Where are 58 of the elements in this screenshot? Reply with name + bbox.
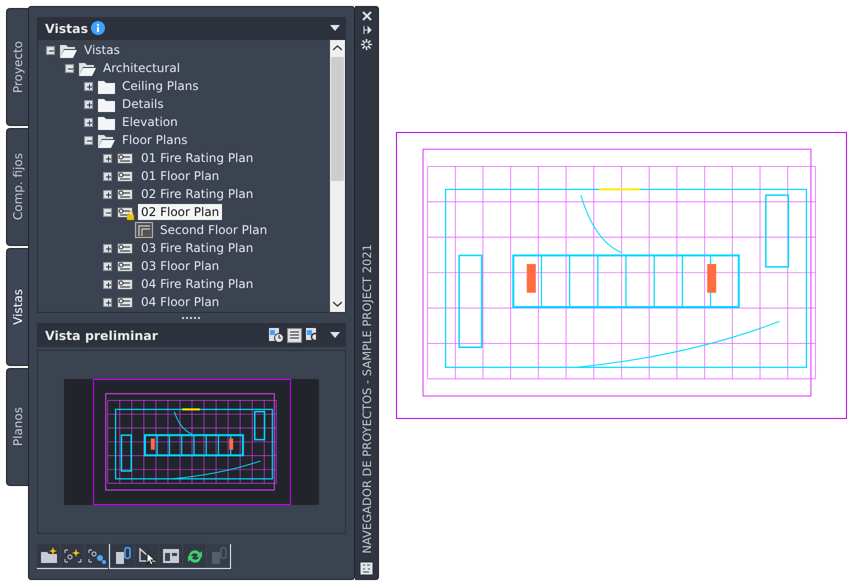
tree-item[interactable]: Floor Plans: [119, 132, 190, 148]
tree-item[interactable]: Elevation: [119, 114, 181, 130]
expand-icon[interactable]: [103, 190, 112, 198]
expand-icon[interactable]: [103, 244, 112, 252]
list-icon[interactable]: [287, 328, 302, 342]
zoom-preview-icon[interactable]: [305, 327, 321, 343]
collapse-icon[interactable]: [65, 64, 74, 72]
scrollbar[interactable]: [330, 40, 345, 312]
expand-icon[interactable]: [84, 100, 93, 108]
tree-item[interactable]: 01 Floor Plan: [138, 168, 222, 184]
expand-icon[interactable]: [103, 172, 112, 180]
properties-icon[interactable]: [360, 562, 373, 575]
side-tab[interactable]: Comp. fijos: [6, 128, 28, 246]
expand-icon[interactable]: [103, 154, 112, 162]
close-icon[interactable]: [362, 11, 372, 21]
settings-icon[interactable]: [361, 39, 372, 50]
pin-icon[interactable]: [362, 25, 372, 35]
palette-title: NAVEGADOR DE PROYECTOS - SAMPLE PROJECT 2021: [360, 244, 374, 554]
new-folder-button[interactable]: [37, 544, 60, 567]
scroll-down-icon[interactable]: [333, 301, 342, 307]
dropdown-caret-icon[interactable]: [330, 332, 340, 338]
select-button[interactable]: [135, 544, 158, 567]
panel-title: Vistas: [45, 20, 88, 36]
expand-icon[interactable]: [103, 298, 112, 306]
new-view-button[interactable]: [61, 544, 84, 567]
tree-item[interactable]: Ceiling Plans: [119, 78, 202, 94]
scroll-up-icon[interactable]: [333, 45, 342, 51]
detail-view-icon: [135, 222, 154, 238]
expand-icon[interactable]: [84, 82, 93, 90]
collapse-icon[interactable]: [46, 46, 55, 54]
tree-item[interactable]: Architectural: [100, 60, 184, 76]
collapse-icon[interactable]: [84, 136, 93, 144]
tree-item[interactable]: Second Floor Plan: [157, 222, 270, 238]
tree-item[interactable]: 02 Fire Rating Plan: [138, 186, 256, 202]
refresh-button[interactable]: [183, 544, 206, 567]
tree-item[interactable]: 03 Fire Rating Plan: [138, 240, 256, 256]
side-tab[interactable]: Proyecto: [6, 8, 28, 126]
tree-item[interactable]: 03 Floor Plan: [138, 258, 222, 274]
side-tab[interactable]: Planos: [6, 368, 28, 486]
tree-item[interactable]: 01 Fire Rating Plan: [138, 150, 256, 166]
expand-icon[interactable]: [103, 262, 112, 270]
splitter-grip-icon[interactable]: [182, 316, 202, 320]
side-tab[interactable]: Vistas: [6, 248, 28, 366]
expand-icon[interactable]: [84, 118, 93, 126]
preview-history-icon[interactable]: [268, 327, 284, 343]
tree-item[interactable]: 04 Fire Rating Plan: [138, 276, 256, 292]
collapse-icon[interactable]: [103, 208, 112, 216]
view-settings-button[interactable]: [85, 544, 108, 567]
panel-title: Vista preliminar: [45, 328, 158, 342]
layout-button[interactable]: [159, 544, 182, 567]
info-icon[interactable]: [91, 21, 106, 35]
expand-icon[interactable]: [103, 280, 112, 288]
dropdown-caret-icon[interactable]: [330, 25, 340, 31]
tree-item[interactable]: Details: [119, 96, 167, 112]
tree-item[interactable]: Vistas: [81, 42, 123, 58]
tree-item[interactable]: 04 Floor Plan: [138, 294, 222, 310]
tree-item[interactable]: 02 Floor Plan: [138, 204, 222, 220]
attach-button[interactable]: [111, 544, 134, 567]
